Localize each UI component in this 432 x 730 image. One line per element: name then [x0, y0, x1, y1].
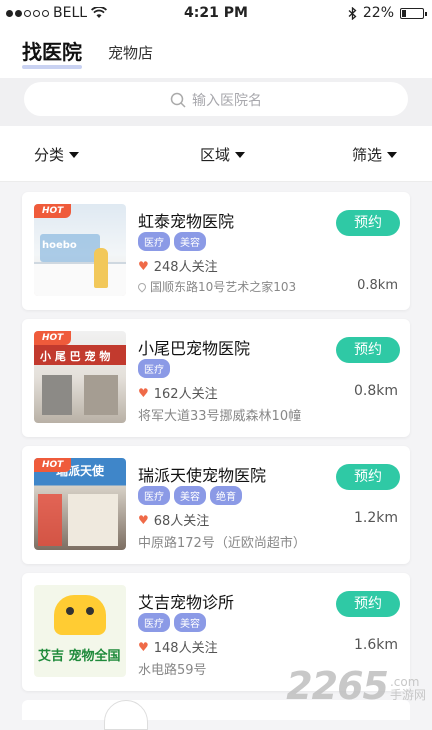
search-icon	[170, 92, 186, 108]
photo-sign: 小 尾 巴 宠 物	[40, 350, 111, 363]
screen-filter-label: 筛选	[352, 146, 383, 164]
tag: 医疗	[138, 232, 170, 251]
hot-badge: HOT	[34, 458, 72, 472]
hospital-card[interactable]: HOT 小 尾 巴 宠 物 小尾巴宠物医院 医疗 ♥ 162人关注 将军大道33…	[22, 319, 410, 437]
address-label: 国顺东路10号艺术之家103	[150, 280, 297, 294]
follow-label: 148人关注	[153, 641, 218, 656]
heart-icon: ♥	[138, 639, 149, 654]
caret-down-icon	[235, 151, 246, 158]
tag: 绝育	[210, 486, 242, 505]
address-label: 中原路172号（近欧尚超市）	[138, 536, 306, 551]
tab-find-hospital[interactable]: 找医院	[22, 36, 82, 69]
tab-find-hospital-label: 找医院	[22, 40, 82, 64]
status-bar: BELL 4:21 PM 22%	[0, 0, 432, 28]
hospital-card[interactable]: HOT 瑞派天使 瑞派天使宠物医院 医疗 美容 绝育 ♥ 68人关注 中原路17…	[22, 446, 410, 564]
tag: 美容	[174, 232, 206, 251]
tag: 美容	[174, 613, 206, 632]
hot-badge: HOT	[34, 204, 72, 218]
address-label: 将军大道33号挪威森林10幢	[138, 409, 302, 424]
tab-active-indicator	[22, 65, 82, 69]
hospital-name: 艾吉宠物诊所	[138, 593, 235, 612]
search-placeholder: 输入医院名	[192, 93, 262, 109]
address: 国顺东路10号艺术之家103	[136, 278, 297, 295]
hospital-name: 小尾巴宠物医院	[138, 339, 251, 358]
follow-count: ♥ 248人关注	[138, 256, 218, 276]
caret-down-icon	[69, 151, 80, 158]
status-right: 22%	[348, 5, 427, 21]
address: 中原路172号（近欧尚超市）	[138, 532, 306, 551]
top-tabs: 找医院 宠物店	[0, 28, 432, 78]
category-filter[interactable]: 分类	[34, 144, 80, 165]
tab-pet-shop[interactable]: 宠物店	[108, 42, 153, 63]
category-filter-label: 分类	[34, 146, 65, 164]
address: 将军大道33号挪威森林10幢	[138, 405, 301, 424]
tag-list: 医疗 美容	[138, 232, 206, 251]
tag: 医疗	[138, 359, 170, 378]
battery-percent: 22%	[362, 5, 394, 21]
book-button[interactable]: 预约	[336, 591, 400, 617]
watermark-number: 2265	[286, 664, 389, 708]
follow-label: 248人关注	[153, 260, 218, 275]
follow-count: ♥ 162人关注	[138, 383, 218, 403]
tag: 医疗	[138, 486, 170, 505]
location-pin-icon	[136, 280, 148, 293]
hospital-card[interactable]: HOT hoebo 虹泰宠物医院 医疗 美容 ♥ 248人关注 国顺东路10号艺…	[22, 192, 410, 310]
watermark: 2265 .com 手游网	[286, 664, 426, 708]
heart-icon: ♥	[138, 385, 149, 400]
caret-down-icon	[387, 151, 398, 158]
hot-badge: HOT	[34, 331, 72, 345]
search-area: 输入医院名	[0, 78, 432, 126]
heart-icon: ♥	[138, 512, 149, 527]
hospital-name: 虹泰宠物医院	[138, 212, 235, 231]
distance: 1.6km	[353, 637, 398, 653]
search-input[interactable]: 输入医院名	[24, 82, 408, 116]
hospital-photo: HOT hoebo	[34, 204, 126, 296]
tag: 医疗	[138, 613, 170, 632]
region-filter[interactable]: 区域	[200, 144, 246, 165]
distance: 0.8km	[353, 383, 398, 399]
tag: 美容	[174, 486, 206, 505]
hospital-list: HOT hoebo 虹泰宠物医院 医疗 美容 ♥ 248人关注 国顺东路10号艺…	[0, 182, 432, 720]
follow-count: ♥ 148人关注	[138, 637, 218, 657]
filter-bar: 分类 区域 筛选	[0, 126, 432, 182]
follow-label: 68人关注	[153, 514, 210, 529]
follow-label: 162人关注	[153, 387, 218, 402]
watermark-name: 手游网	[389, 688, 426, 702]
follow-count: ♥ 68人关注	[138, 510, 210, 530]
hospital-name: 瑞派天使宠物医院	[138, 466, 267, 485]
photo-sign: 艾吉 宠物全国	[38, 649, 121, 664]
region-filter-label: 区域	[200, 146, 231, 164]
battery-icon	[400, 7, 427, 19]
address: 水电路59号	[138, 659, 207, 678]
book-button[interactable]: 预约	[336, 337, 400, 363]
book-button[interactable]: 预约	[336, 464, 400, 490]
tag-list: 医疗 美容 绝育	[138, 486, 242, 505]
address-label: 水电路59号	[138, 663, 207, 678]
bluetooth-icon	[348, 6, 357, 20]
hospital-photo: 艾吉 宠物全国	[34, 585, 126, 677]
screen-filter[interactable]: 筛选	[352, 144, 398, 165]
distance: 0.8km	[357, 278, 398, 293]
tag-list: 医疗	[138, 359, 170, 378]
hospital-photo: HOT 小 尾 巴 宠 物	[34, 331, 126, 423]
hospital-photo: HOT 瑞派天使	[34, 458, 126, 550]
heart-icon: ♥	[138, 258, 149, 273]
book-button[interactable]: 预约	[336, 210, 400, 236]
tag-list: 医疗 美容	[138, 613, 206, 632]
distance: 1.2km	[353, 510, 398, 526]
photo-sign: hoebo	[42, 240, 77, 251]
